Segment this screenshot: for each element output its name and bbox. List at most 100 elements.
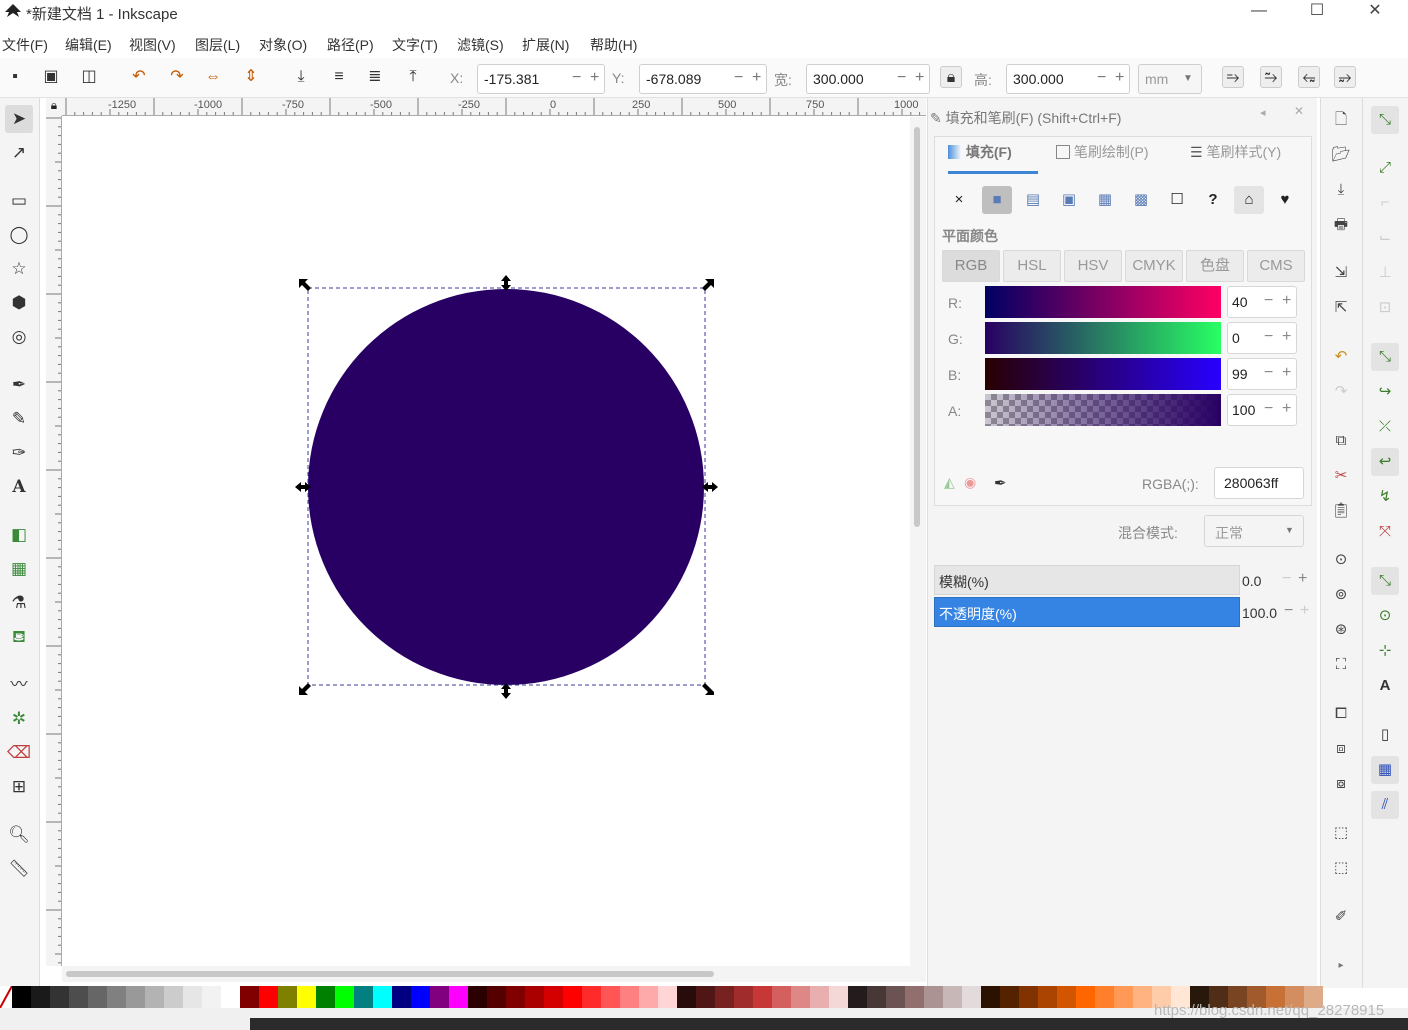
zoom-page-width-icon[interactable]: ⛶	[1329, 653, 1353, 677]
palette-swatch[interactable]	[753, 986, 772, 1008]
palette-swatch[interactable]	[924, 986, 943, 1008]
height-decrement-icon[interactable]: −	[1097, 69, 1106, 87]
select-all-layers-icon[interactable]: ▣	[40, 66, 62, 88]
palette-swatch[interactable]	[1000, 986, 1019, 1008]
horizontal-scroll-thumb[interactable]	[66, 971, 714, 977]
palette-swatch[interactable]	[1057, 986, 1076, 1008]
measure-tool-icon[interactable]: 📏︎	[5, 855, 33, 883]
new-document-icon[interactable]: 🗋︎	[1329, 108, 1353, 132]
width-increment-icon[interactable]: +	[915, 69, 924, 87]
tab-cms[interactable]: CMS	[1247, 250, 1305, 282]
tab-wheel[interactable]: 色盘	[1186, 250, 1244, 282]
width-decrement-icon[interactable]: −	[897, 69, 906, 87]
palette-swatch[interactable]	[411, 986, 430, 1008]
paint-bucket-tool-icon[interactable]: ⛾	[5, 623, 33, 651]
redo-icon[interactable]: ↷	[1329, 380, 1353, 404]
close-button[interactable]: ✕	[1352, 0, 1398, 26]
snap-bbox-midpoint-icon[interactable]: ⊥	[1371, 259, 1399, 287]
tab-hsv[interactable]: HSV	[1064, 250, 1122, 282]
group-icon[interactable]: ⬚	[1329, 821, 1353, 845]
scale-corners-icon[interactable]: ⥲	[1260, 66, 1282, 88]
palette-swatch[interactable]	[639, 986, 658, 1008]
palette-swatch[interactable]	[278, 986, 297, 1008]
blur-value[interactable]: 0.0	[1242, 573, 1261, 589]
palette-swatch[interactable]	[316, 986, 335, 1008]
panel-close-icon[interactable]: ✕	[1294, 104, 1304, 118]
pencil-tool-icon[interactable]: ✎	[5, 405, 33, 433]
g-decrement-icon[interactable]: −	[1264, 328, 1273, 346]
opacity-slider[interactable]: 不透明度(%)	[934, 597, 1240, 627]
snap-guides-icon[interactable]: ⫽	[1371, 791, 1399, 819]
palette-swatch[interactable]	[354, 986, 373, 1008]
palette-swatch[interactable]	[1019, 986, 1038, 1008]
palette-swatch[interactable]	[183, 986, 202, 1008]
paint-swatch-icon[interactable]: ☐	[1162, 186, 1192, 214]
horizontal-scrollbar[interactable]	[62, 966, 926, 982]
menu-file[interactable]: 文件(F)	[2, 35, 48, 55]
print-icon[interactable]: 🖶︎	[1329, 213, 1353, 237]
node-tool-icon[interactable]: ↗	[5, 139, 33, 167]
transform-patterns-icon[interactable]: ⥴	[1334, 66, 1356, 88]
vertical-scroll-thumb[interactable]	[914, 127, 920, 527]
palette-swatch[interactable]	[1038, 986, 1057, 1008]
opacity-increment-icon[interactable]: +	[1300, 602, 1309, 620]
b-input[interactable]: 99 − +	[1227, 358, 1297, 390]
dropper-tool-icon[interactable]: ⚗	[5, 589, 33, 617]
palette-swatch[interactable]	[50, 986, 69, 1008]
palette-swatch[interactable]	[297, 986, 316, 1008]
tweak-tool-icon[interactable]: 〰	[5, 671, 33, 699]
eraser-tool-icon[interactable]: ⌫	[5, 739, 33, 767]
cut-icon[interactable]: ✂	[1329, 464, 1353, 488]
snap-bbox-corner-icon[interactable]: ⌙	[1371, 224, 1399, 252]
a-input[interactable]: 100 − +	[1227, 394, 1297, 426]
menu-object[interactable]: 对象(O)	[259, 35, 307, 55]
g-slider[interactable]	[985, 322, 1221, 354]
palette-swatch[interactable]	[658, 986, 677, 1008]
palette-swatch[interactable]	[126, 986, 145, 1008]
eyedropper-icon[interactable]: ✒	[994, 474, 1007, 492]
palette-swatch[interactable]	[107, 986, 126, 1008]
palette-swatch[interactable]	[145, 986, 164, 1008]
snap-smooth-nodes-icon[interactable]: ↯	[1371, 483, 1399, 511]
palette-swatch[interactable]	[259, 986, 278, 1008]
tab-rgb[interactable]: RGB	[942, 250, 1000, 282]
paint-pattern-icon[interactable]: ▩	[1126, 186, 1156, 214]
flip-horizontal-icon[interactable]: ⇔	[202, 66, 224, 88]
spiral-tool-icon[interactable]: ◎	[5, 323, 33, 351]
palette-swatch[interactable]	[506, 986, 525, 1008]
a-increment-icon[interactable]: +	[1282, 400, 1291, 418]
menu-view[interactable]: 视图(V)	[129, 35, 176, 55]
palette-swatch[interactable]	[696, 986, 715, 1008]
x-increment-icon[interactable]: +	[590, 69, 599, 87]
y-input[interactable]: -678.089 − +	[639, 64, 767, 94]
r-increment-icon[interactable]: +	[1282, 292, 1291, 310]
blend-mode-select[interactable]: 正常 ▼	[1204, 515, 1304, 547]
menu-layer[interactable]: 图层(L)	[195, 35, 240, 55]
menu-path[interactable]: 路径(P)	[327, 35, 374, 55]
snap-path-intersection-icon[interactable]: ⤫	[1371, 413, 1399, 441]
snap-nodes-icon[interactable]: ⤡	[1371, 343, 1399, 371]
palette-swatch[interactable]	[1114, 986, 1133, 1008]
palette-swatch[interactable]	[620, 986, 639, 1008]
r-slider[interactable]	[985, 286, 1221, 318]
more-commands-icon[interactable]: ▸	[1329, 954, 1353, 978]
snap-line-midpoint-icon[interactable]: ⤧	[1371, 518, 1399, 546]
calligraphy-tool-icon[interactable]: ✑	[5, 439, 33, 467]
blur-slider[interactable]: 模糊(%)	[934, 565, 1240, 595]
drawing-canvas[interactable]	[63, 117, 910, 966]
paint-flat-icon[interactable]: ■	[982, 186, 1012, 214]
zoom-page-icon[interactable]: ⊛	[1329, 618, 1353, 642]
xml-editor-icon[interactable]: ✐	[1329, 905, 1353, 929]
x-decrement-icon[interactable]: −	[572, 69, 581, 87]
zoom-drawing-icon[interactable]: ⊚	[1329, 583, 1353, 607]
palette-swatch[interactable]	[164, 986, 183, 1008]
undo-icon[interactable]: ↶	[1329, 345, 1353, 369]
snap-bbox-center-icon[interactable]: ⊡	[1371, 294, 1399, 322]
import-icon[interactable]: ⇲	[1329, 261, 1353, 285]
snap-page-border-icon[interactable]: ▯	[1371, 721, 1399, 749]
fill-rule-nonzero-icon[interactable]: ♥	[1270, 186, 1300, 214]
unlink-clone-icon[interactable]: ⧇	[1329, 772, 1353, 796]
palette-swatch[interactable]	[221, 986, 240, 1008]
palette-swatch[interactable]	[810, 986, 829, 1008]
palette-swatch[interactable]	[240, 986, 259, 1008]
